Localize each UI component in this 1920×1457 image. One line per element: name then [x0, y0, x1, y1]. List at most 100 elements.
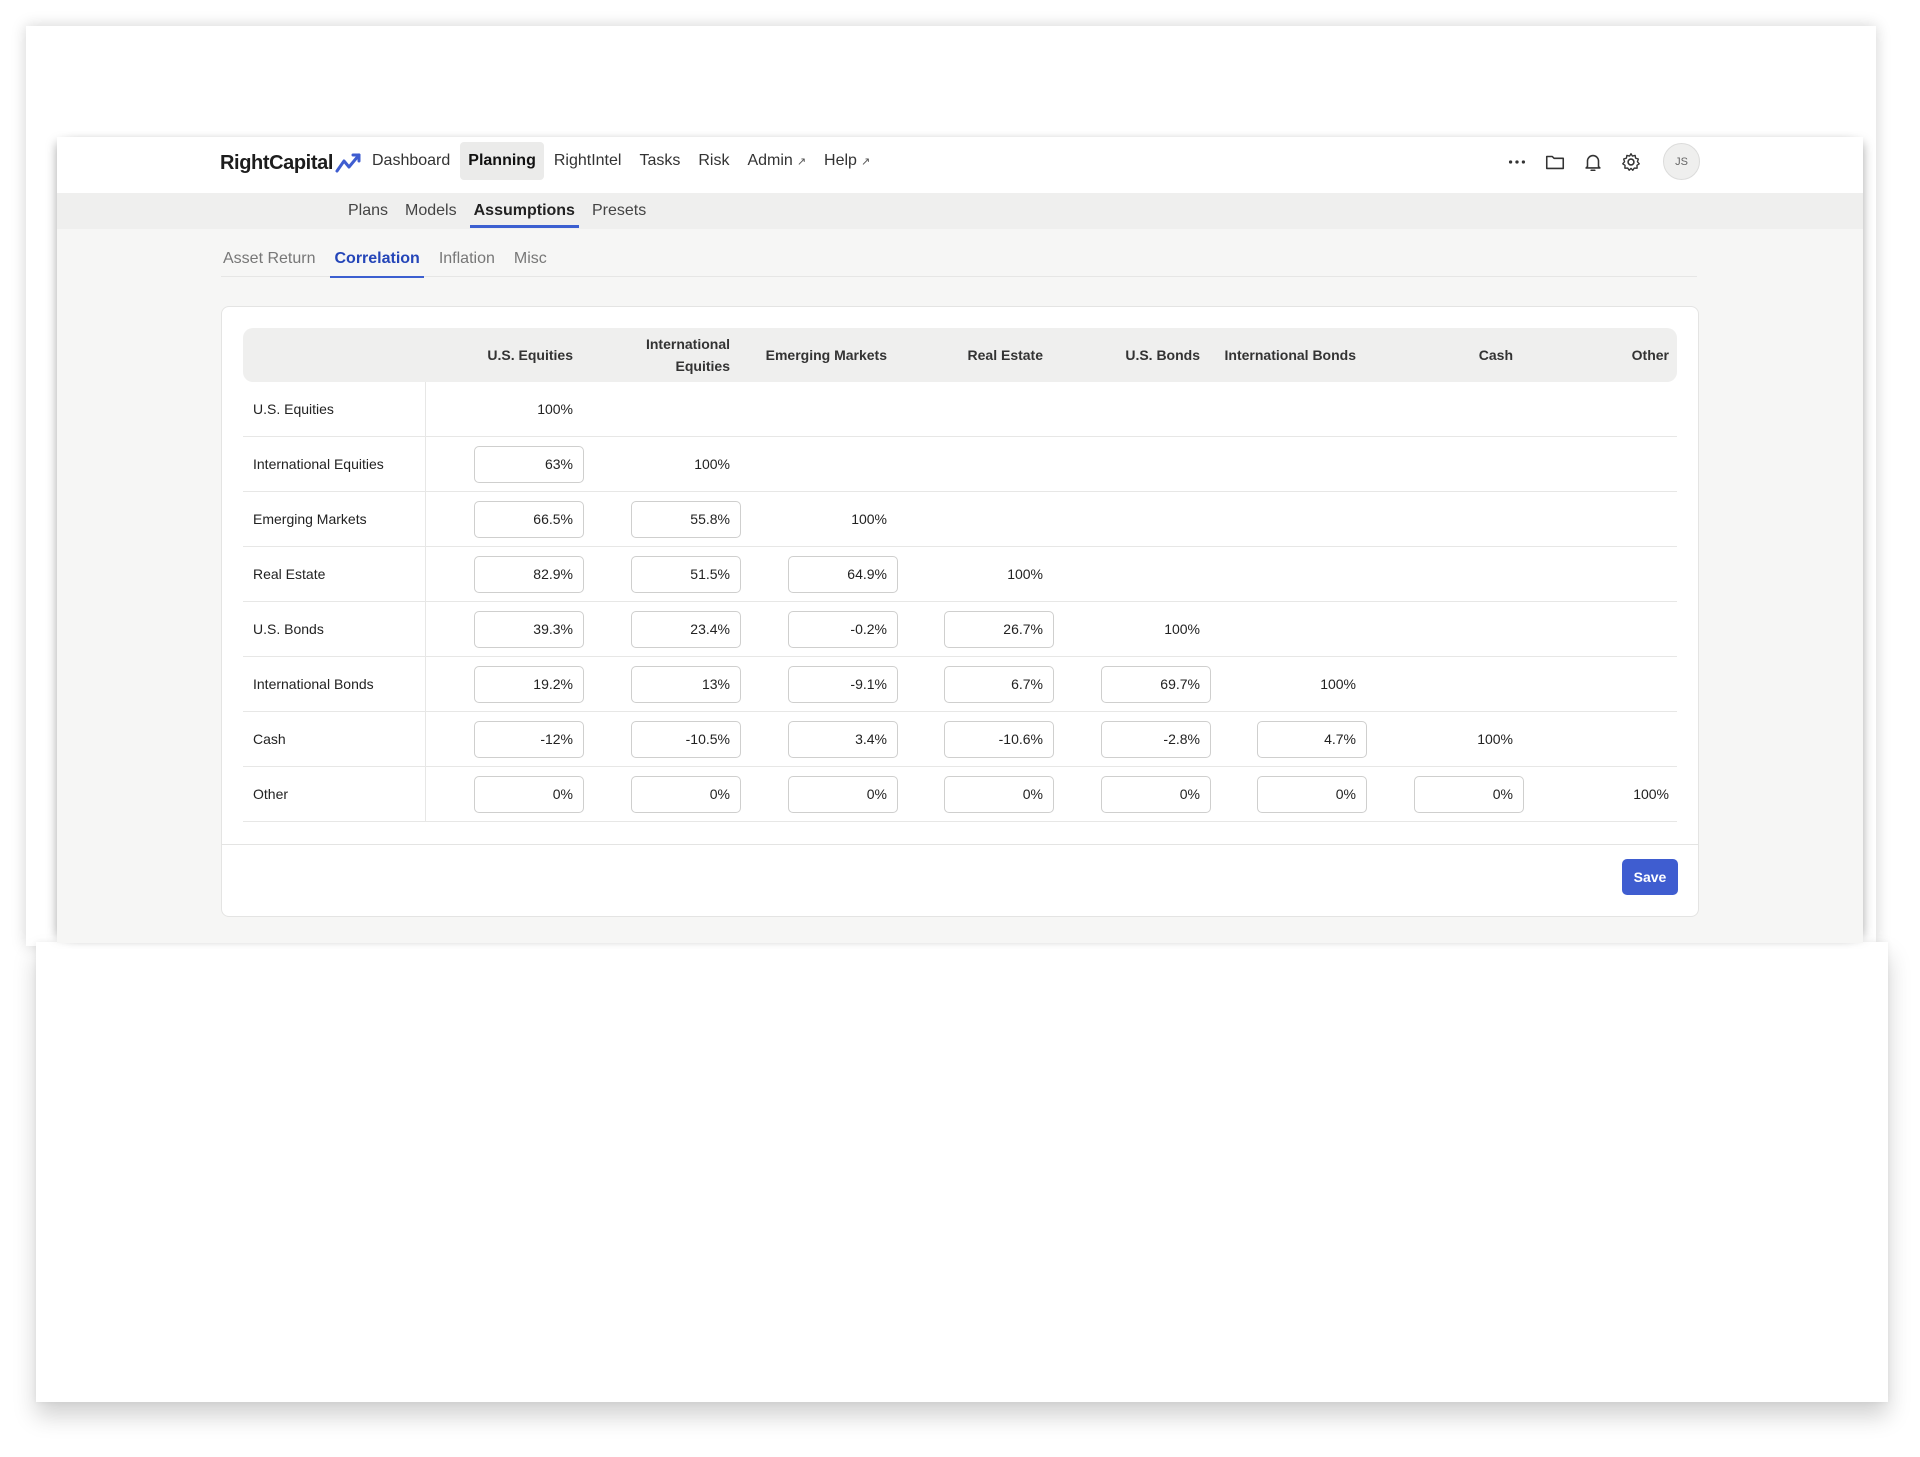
- tab-asset-return[interactable]: Asset Return: [221, 241, 315, 277]
- diagonal-value: 100%: [1320, 676, 1356, 692]
- correlation-input-real-estate-emerging-markets[interactable]: [788, 555, 898, 593]
- correlation-input-other-cash[interactable]: [1414, 775, 1524, 813]
- app-window: RightCapital Dashboard Planning RightIntel…: [57, 137, 1863, 943]
- row-label: U.S. Bonds: [243, 602, 426, 656]
- nav-item-label: Admin: [747, 152, 793, 169]
- correlation-cell: [1374, 767, 1524, 821]
- correlation-cell: [591, 767, 741, 821]
- diagonal-value: 100%: [1164, 621, 1200, 637]
- logo[interactable]: RightCapital: [220, 151, 363, 175]
- assumption-tabs: Asset Return Correlation Inflation Misc: [221, 241, 1697, 278]
- correlation-cell: [434, 437, 584, 491]
- correlation-input-cash-real-estate[interactable]: [944, 720, 1054, 758]
- correlation-input-emerging-markets-international-equities[interactable]: [631, 500, 741, 538]
- column-header-emerging-markets: Emerging Markets: [765, 347, 887, 363]
- correlation-cell: [434, 712, 584, 766]
- table-row: International Bonds 100%: [243, 657, 1677, 712]
- correlation-input-other-international-bonds[interactable]: [1257, 775, 1367, 813]
- diagonal-value: 100%: [537, 401, 573, 417]
- table-row: Real Estate 100%: [243, 547, 1677, 602]
- correlation-input-u-s-bonds-emerging-markets[interactable]: [788, 610, 898, 648]
- column-header-u-s-bonds: U.S. Bonds: [1125, 347, 1200, 363]
- correlation-input-international-bonds-u-s-equities[interactable]: [474, 665, 584, 703]
- correlation-cell: [904, 602, 1054, 656]
- correlation-input-other-real-estate[interactable]: [944, 775, 1054, 813]
- correlation-input-u-s-bonds-real-estate[interactable]: [944, 610, 1054, 648]
- nav-item-help[interactable]: Help ↗: [816, 142, 878, 180]
- tab-misc[interactable]: Misc: [512, 241, 547, 277]
- diagonal-value: 100%: [1477, 731, 1513, 747]
- subnav-item-assumptions[interactable]: Assumptions: [469, 193, 580, 229]
- nav-item-dashboard[interactable]: Dashboard: [364, 142, 458, 180]
- subnav-item-plans[interactable]: Plans: [348, 193, 388, 229]
- correlation-input-cash-u-s-bonds[interactable]: [1101, 720, 1211, 758]
- table-row: U.S. Equities 100%: [243, 382, 1677, 437]
- correlation-input-other-u-s-equities[interactable]: [474, 775, 584, 813]
- correlation-cell: [904, 712, 1054, 766]
- correlation-input-international-bonds-real-estate[interactable]: [944, 665, 1054, 703]
- correlation-cell: [434, 657, 584, 711]
- correlation-input-other-u-s-bonds[interactable]: [1101, 775, 1211, 813]
- correlation-cell: [434, 602, 584, 656]
- subnav-item-models[interactable]: Models: [405, 193, 457, 229]
- correlation-cell: [1061, 767, 1211, 821]
- correlation-input-international-bonds-international-equities[interactable]: [631, 665, 741, 703]
- table-row: International Equities 100%: [243, 437, 1677, 492]
- correlation-input-real-estate-u-s-equities[interactable]: [474, 555, 584, 593]
- nav-item-tasks[interactable]: Tasks: [631, 142, 688, 180]
- correlation-cell: [748, 657, 898, 711]
- correlation-cell: [434, 492, 584, 546]
- correlation-cell: [591, 602, 741, 656]
- nav-item-admin[interactable]: Admin ↗: [739, 142, 814, 180]
- diagonal-value: 100%: [1633, 786, 1669, 802]
- tab-correlation[interactable]: Correlation: [330, 241, 425, 278]
- save-button[interactable]: Save: [1622, 859, 1678, 895]
- table-row: U.S. Bonds 100%: [243, 602, 1677, 657]
- correlation-input-u-s-bonds-u-s-equities[interactable]: [474, 610, 584, 648]
- correlation-input-cash-u-s-equities[interactable]: [474, 720, 584, 758]
- tab-inflation[interactable]: Inflation: [437, 241, 495, 277]
- table-header: U.S. Equities International Equities Emerg…: [243, 328, 1677, 382]
- bell-icon[interactable]: [1581, 150, 1605, 174]
- correlation-cell: [1217, 767, 1367, 821]
- correlation-input-emerging-markets-u-s-equities[interactable]: [474, 500, 584, 538]
- correlation-input-cash-emerging-markets[interactable]: [788, 720, 898, 758]
- correlation-input-u-s-bonds-international-equities[interactable]: [631, 610, 741, 648]
- main-nav: Dashboard Planning RightIntel Tasks Risk Admi…: [364, 141, 880, 181]
- column-header-cash: Cash: [1478, 347, 1513, 363]
- nav-item-planning[interactable]: Planning: [460, 142, 544, 180]
- correlation-input-other-emerging-markets[interactable]: [788, 775, 898, 813]
- header-actions: JS: [1505, 143, 1700, 180]
- row-label: International Bonds: [243, 657, 426, 711]
- correlation-input-international-bonds-emerging-markets[interactable]: [788, 665, 898, 703]
- row-label: Other: [243, 767, 426, 821]
- correlation-input-cash-international-equities[interactable]: [631, 720, 741, 758]
- nav-item-rightintel[interactable]: RightIntel: [546, 142, 630, 180]
- folder-icon[interactable]: [1543, 150, 1567, 174]
- correlation-input-cash-international-bonds[interactable]: [1257, 720, 1367, 758]
- external-link-icon: ↗: [860, 155, 871, 168]
- avatar[interactable]: JS: [1663, 143, 1700, 180]
- external-link-icon: ↗: [796, 155, 807, 168]
- nav-item-label: Planning: [468, 152, 536, 169]
- correlation-cell: [434, 547, 584, 601]
- correlation-input-real-estate-international-equities[interactable]: [631, 555, 741, 593]
- sub-nav: Plans Models Assumptions Presets: [57, 193, 1863, 229]
- row-label: International Equities: [243, 437, 426, 491]
- correlation-input-international-bonds-u-s-bonds[interactable]: [1101, 665, 1211, 703]
- correlation-cell: [904, 657, 1054, 711]
- more-icon[interactable]: [1505, 150, 1529, 174]
- subnav-item-presets[interactable]: Presets: [592, 193, 646, 229]
- logo-chart-icon: [335, 153, 361, 173]
- correlation-input-international-equities-u-s-equities[interactable]: [474, 445, 584, 483]
- nav-item-risk[interactable]: Risk: [690, 142, 737, 180]
- correlation-input-other-international-equities[interactable]: [631, 775, 741, 813]
- gear-icon[interactable]: [1619, 150, 1643, 174]
- row-label: Cash: [243, 712, 426, 766]
- nav-item-label: Help: [824, 152, 857, 169]
- backdrop-card-bottom: [36, 942, 1888, 1402]
- nav-item-label: RightIntel: [553, 152, 622, 169]
- correlation-cell: [748, 712, 898, 766]
- logo-text: RightCapital: [220, 151, 333, 174]
- top-header: RightCapital Dashboard Planning RightIntel…: [57, 137, 1863, 193]
